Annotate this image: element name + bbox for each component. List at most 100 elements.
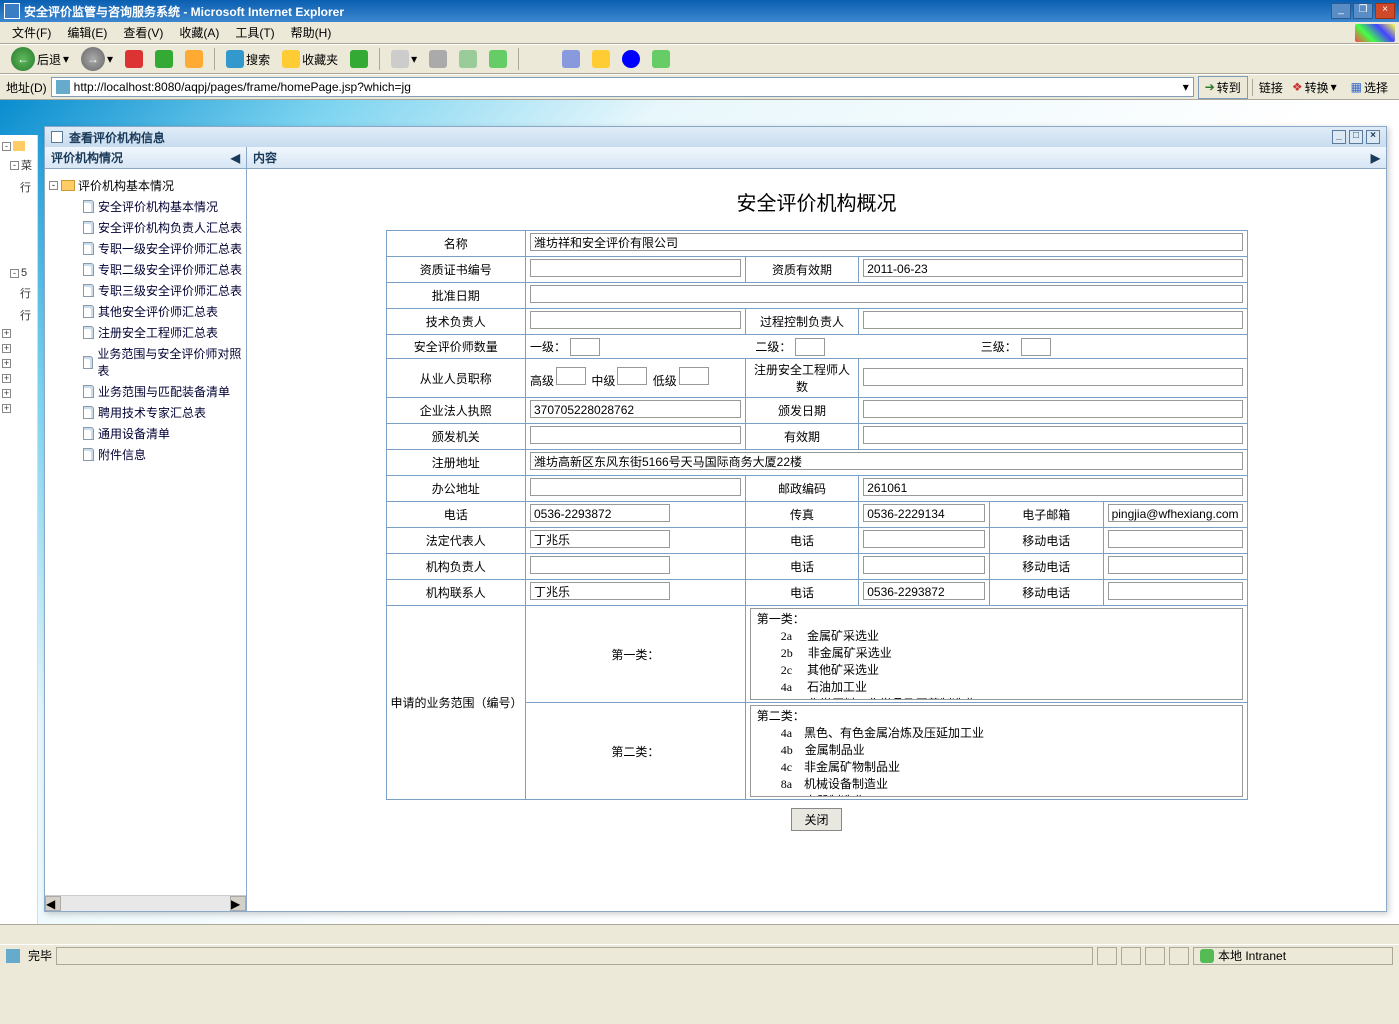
field-postcode[interactable]: 261061 <box>863 478 1242 496</box>
tree-item-8[interactable]: 业务范围与匹配装备清单 <box>49 381 242 402</box>
field-legal-mobile[interactable] <box>1108 530 1243 548</box>
edit-button[interactable] <box>454 47 482 71</box>
messenger-button[interactable] <box>647 47 675 71</box>
switch-button[interactable]: ❖ 转换 ▾ <box>1287 76 1342 99</box>
field-cert-no[interactable] <box>530 259 741 277</box>
tree-item-4[interactable]: 专职三级安全评价师汇总表 <box>49 280 242 301</box>
home-button[interactable] <box>180 47 208 71</box>
field-mid[interactable] <box>617 367 647 385</box>
modal-titlebar: 查看评价机构信息 _ □ × <box>45 127 1386 147</box>
field-email[interactable]: pingjia@wfhexiang.com <box>1108 504 1243 522</box>
tree-root[interactable]: - 评价机构基本情况 <box>49 175 242 196</box>
field-approve-date[interactable] <box>530 285 1243 303</box>
discuss-button[interactable] <box>484 47 512 71</box>
document-icon <box>83 448 94 461</box>
field-org-lead[interactable] <box>530 556 670 574</box>
history-button[interactable] <box>345 47 373 71</box>
discuss-icon <box>489 50 507 68</box>
field-phone[interactable]: 0536-2293872 <box>530 504 670 522</box>
field-contact-mobile[interactable] <box>1108 582 1243 600</box>
menu-favorites[interactable]: 收藏(A) <box>171 22 227 43</box>
bluetooth-icon <box>622 50 640 68</box>
modal-minimize-button[interactable]: _ <box>1332 130 1346 144</box>
back-button[interactable]: ←后退 ▾ <box>6 44 74 74</box>
menu-tools[interactable]: 工具(T) <box>227 22 282 43</box>
field-legal-rep[interactable]: 丁兆乐 <box>530 530 670 548</box>
tree-item-label: 其他安全评价师汇总表 <box>98 303 218 320</box>
collapse-left-icon[interactable]: ◀ <box>231 151 240 165</box>
field-biz-license[interactable]: 370705228028762 <box>530 400 741 418</box>
links-label[interactable]: 链接 <box>1252 79 1283 96</box>
ext2-button[interactable] <box>587 47 615 71</box>
field-lvl1[interactable] <box>570 338 600 356</box>
document-icon <box>83 221 94 234</box>
mail-button[interactable]: ▾ <box>386 47 422 71</box>
dropdown-icon[interactable]: ▾ <box>1183 80 1189 94</box>
field-issue-date[interactable] <box>863 400 1242 418</box>
close-form-button[interactable]: 关闭 <box>791 808 841 831</box>
tree-item-9[interactable]: 聘用技术专家汇总表 <box>49 402 242 423</box>
bluetooth-button[interactable] <box>617 47 645 71</box>
forward-button[interactable]: → ▾ <box>76 44 118 74</box>
field-issue-org[interactable] <box>530 426 741 444</box>
search-button[interactable]: 搜索 <box>221 47 275 71</box>
field-legal-phone[interactable] <box>863 530 985 548</box>
tree-item-0[interactable]: 安全评价机构基本情况 <box>49 196 242 217</box>
modal-close-button[interactable]: × <box>1366 130 1380 144</box>
field-reg-addr[interactable]: 潍坊高新区东风东街5166号天马国际商务大厦22楼 <box>530 452 1243 470</box>
label-contact-phone: 电话 <box>745 580 859 606</box>
tree-item-7[interactable]: 业务范围与安全评价师对照表 <box>49 343 242 381</box>
close-window-button[interactable]: × <box>1375 3 1395 19</box>
field-contact[interactable]: 丁兆乐 <box>530 582 670 600</box>
document-icon <box>83 305 94 318</box>
menu-help[interactable]: 帮助(H) <box>283 22 340 43</box>
print-button[interactable] <box>424 47 452 71</box>
tree-item-1[interactable]: 安全评价机构负责人汇总表 <box>49 217 242 238</box>
label-approve-date: 批准日期 <box>386 283 525 309</box>
stop-button[interactable] <box>120 47 148 71</box>
field-fax[interactable]: 0536-2229134 <box>863 504 985 522</box>
favorites-button[interactable]: 收藏夹 <box>277 47 343 71</box>
tree-h-scrollbar[interactable]: ◀▶ <box>45 895 246 911</box>
menu-view[interactable]: 查看(V) <box>115 22 171 43</box>
tree-item-10[interactable]: 通用设备清单 <box>49 423 242 444</box>
address-input[interactable]: http://localhost:8080/aqpj/pages/frame/h… <box>51 77 1194 97</box>
scope1-list[interactable]: 第一类： 2a 金属矿采选业 2b 非金属矿采选业 2c 其他矿采选业 4a 石… <box>750 608 1243 700</box>
field-org-phone[interactable] <box>863 556 985 574</box>
field-lvl2[interactable] <box>795 338 825 356</box>
field-contact-phone[interactable]: 0536-2293872 <box>863 582 985 600</box>
expand-right-icon[interactable]: ▶ <box>1371 151 1380 165</box>
collapse-icon[interactable]: - <box>49 181 58 190</box>
field-cert-exp[interactable]: 2011-06-23 <box>863 259 1242 277</box>
field-proc-lead[interactable] <box>863 311 1242 329</box>
ext1-button[interactable] <box>557 47 585 71</box>
field-lvl3[interactable] <box>1021 338 1051 356</box>
field-name[interactable]: 潍坊祥和安全评价有限公司 <box>530 233 1243 251</box>
label-legal-phone: 电话 <box>745 528 859 554</box>
field-org-mobile[interactable] <box>1108 556 1243 574</box>
field-tech-lead[interactable] <box>530 311 741 329</box>
document-icon <box>83 326 94 339</box>
menubar: 文件(F) 编辑(E) 查看(V) 收藏(A) 工具(T) 帮助(H) <box>0 22 1399 44</box>
field-valid-to[interactable] <box>863 426 1242 444</box>
field-senior[interactable] <box>556 367 586 385</box>
tree-item-2[interactable]: 专职一级安全评价师汇总表 <box>49 238 242 259</box>
tree-item-label: 注册安全工程师汇总表 <box>98 324 218 341</box>
select-button[interactable]: ▦ 选择 <box>1346 76 1393 99</box>
refresh-button[interactable] <box>150 47 178 71</box>
field-reg-eng[interactable] <box>863 368 1242 386</box>
tree-item-6[interactable]: 注册安全工程师汇总表 <box>49 322 242 343</box>
menu-edit[interactable]: 编辑(E) <box>59 22 115 43</box>
modal-maximize-button[interactable]: □ <box>1349 130 1363 144</box>
restore-button[interactable]: ❐ <box>1353 3 1373 19</box>
tree-item-label: 通用设备清单 <box>98 425 170 442</box>
tree-item-5[interactable]: 其他安全评价师汇总表 <box>49 301 242 322</box>
go-button[interactable]: ➔转到 <box>1198 76 1248 99</box>
menu-file[interactable]: 文件(F) <box>4 22 59 43</box>
tree-item-11[interactable]: 附件信息 <box>49 444 242 465</box>
minimize-button[interactable]: _ <box>1331 3 1351 19</box>
field-office-addr[interactable] <box>530 478 741 496</box>
tree-item-3[interactable]: 专职二级安全评价师汇总表 <box>49 259 242 280</box>
scope2-list[interactable]: 第二类： 4a 黑色、有色金属冶炼及压延加工业 4b 金属制品业 4c 非金属矿… <box>750 705 1243 797</box>
field-junior[interactable] <box>679 367 709 385</box>
